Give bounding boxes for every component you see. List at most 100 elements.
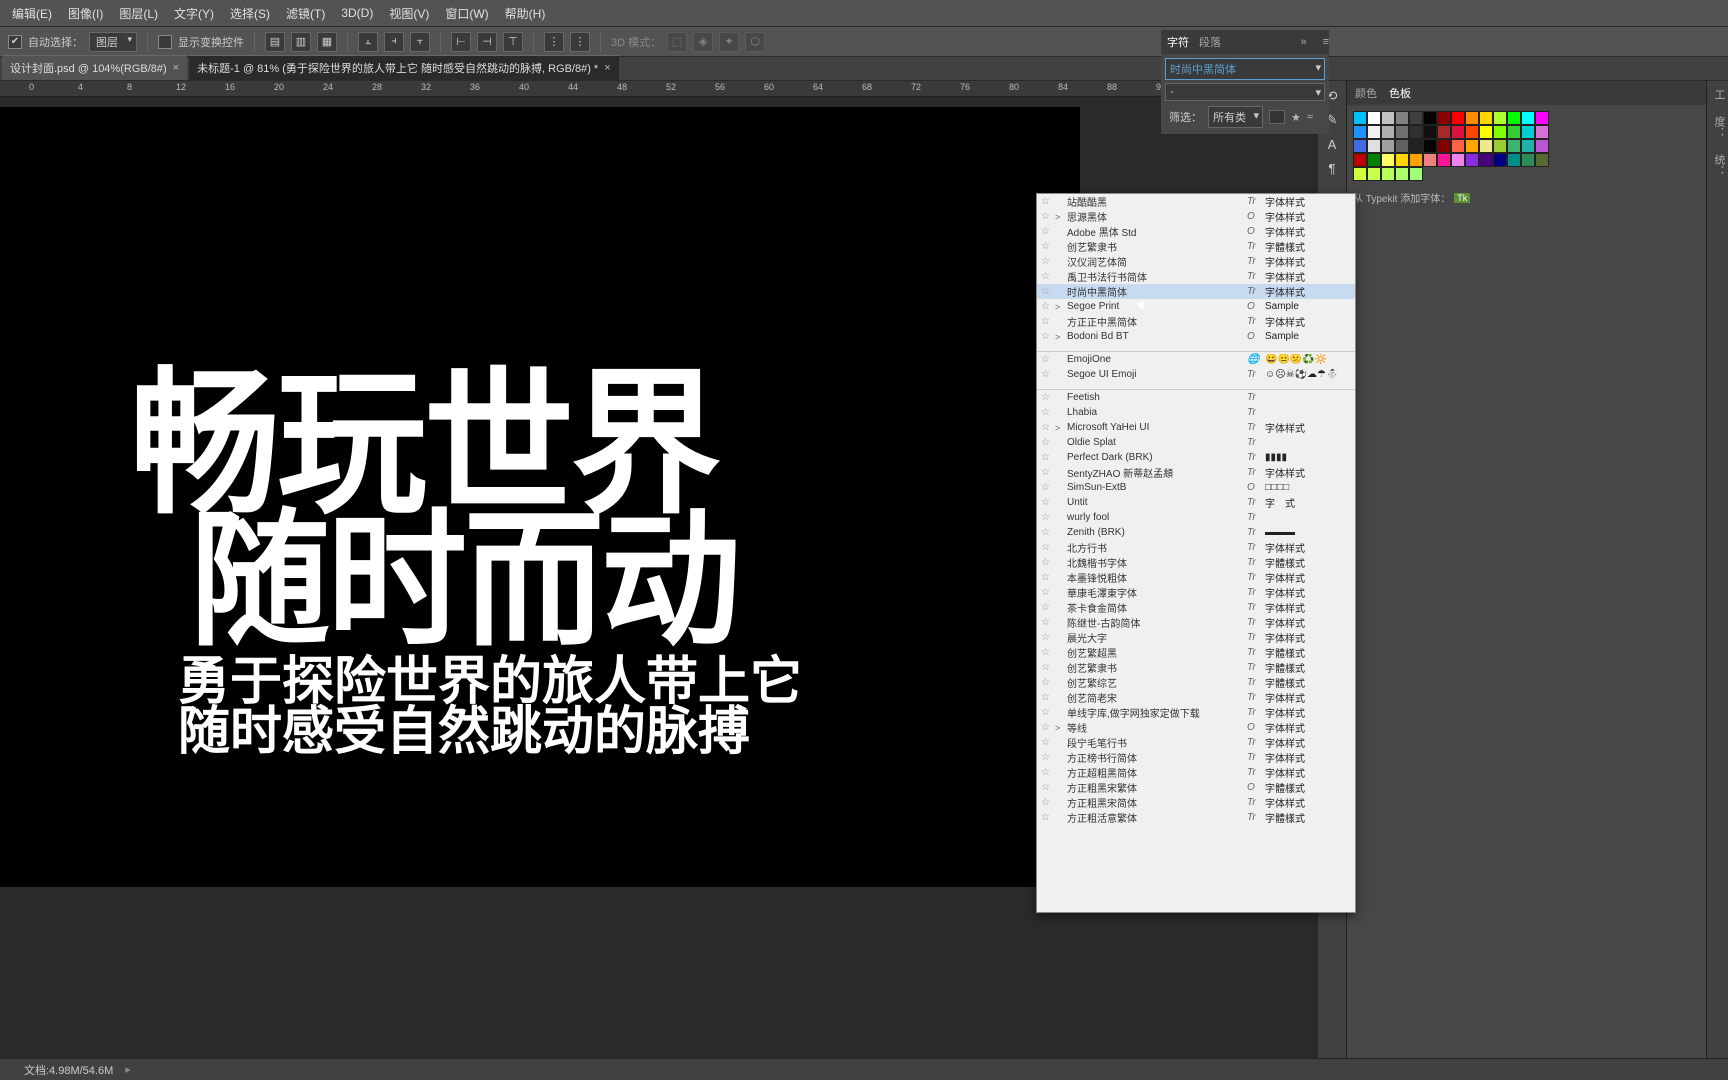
- swatch[interactable]: [1437, 111, 1451, 125]
- font-list-item[interactable]: ☆>Bodoni Bd BTOSample: [1037, 329, 1355, 344]
- font-list-item[interactable]: ☆方正榜书行简体Tr字体样式: [1037, 750, 1355, 765]
- favorite-star-icon[interactable]: ☆: [1041, 407, 1055, 418]
- swatch[interactable]: [1507, 111, 1521, 125]
- font-list-item[interactable]: ☆Segoe UI EmojiTr☺☹☠⚽☁☂⛄: [1037, 367, 1355, 382]
- font-list-item[interactable]: ☆方正超粗黑简体Tr字体样式: [1037, 765, 1355, 780]
- font-dropdown-list[interactable]: ☆站酷酷黑Tr字体样式☆>思源黑体O字体样式☆Adobe 黑体 StdO字体样式…: [1036, 193, 1356, 913]
- swatch[interactable]: [1479, 111, 1493, 125]
- favorite-star-icon[interactable]: ☆: [1041, 301, 1055, 312]
- swatch[interactable]: [1367, 111, 1381, 125]
- font-list-item[interactable]: ☆Zenith (BRK)Tr▬▬▬: [1037, 525, 1355, 540]
- favorite-star-icon[interactable]: ☆: [1041, 452, 1055, 463]
- favorite-star-icon[interactable]: ☆: [1041, 392, 1055, 403]
- close-icon[interactable]: ×: [173, 62, 179, 74]
- menu-view[interactable]: 视图(V): [381, 5, 437, 22]
- font-list-item[interactable]: ☆晨光大字Tr字体样式: [1037, 630, 1355, 645]
- font-list-item[interactable]: ☆陈继世-古韵简体Tr字体样式: [1037, 615, 1355, 630]
- swatch[interactable]: [1353, 111, 1367, 125]
- menu-select[interactable]: 选择(S): [222, 5, 278, 22]
- font-list-item[interactable]: ☆汉仪润艺体简Tr字体样式: [1037, 254, 1355, 269]
- close-icon[interactable]: ×: [604, 62, 610, 74]
- document-tab[interactable]: 未标题-1 @ 81% (勇于探险世界的旅人带上它 随时感受自然跳动的脉搏, R…: [189, 55, 619, 80]
- swatch[interactable]: [1381, 111, 1395, 125]
- swatch[interactable]: [1409, 111, 1423, 125]
- swatch[interactable]: [1493, 111, 1507, 125]
- swatch[interactable]: [1535, 111, 1549, 125]
- expand-icon[interactable]: >: [1055, 302, 1065, 312]
- favorite-star-icon[interactable]: ☆: [1041, 692, 1055, 703]
- favorite-star-icon[interactable]: ☆: [1041, 256, 1055, 267]
- favorite-star-icon[interactable]: ☆: [1041, 662, 1055, 673]
- collapsed-tab[interactable]: 工: [1707, 81, 1728, 108]
- font-family-dropdown[interactable]: 时尚中黑简体: [1165, 58, 1325, 80]
- swatch[interactable]: [1465, 111, 1479, 125]
- font-list-item[interactable]: ☆创艺繁隶书Tr字體樣式: [1037, 239, 1355, 254]
- font-list-item[interactable]: ☆華康毛澤東字体Tr字体样式: [1037, 585, 1355, 600]
- font-list-item[interactable]: ☆方正粗活意繁体Tr字體樣式: [1037, 810, 1355, 825]
- font-list-item[interactable]: ☆Adobe 黑体 StdO字体样式: [1037, 224, 1355, 239]
- favorite-star-icon[interactable]: ☆: [1041, 797, 1055, 808]
- menu-edit[interactable]: 编辑(E): [4, 5, 60, 22]
- favorite-star-icon[interactable]: ☆: [1041, 211, 1055, 222]
- status-menu-icon[interactable]: ▸: [125, 1063, 131, 1076]
- favorite-star-icon[interactable]: ☆: [1041, 437, 1055, 448]
- favorite-star-icon[interactable]: ☆: [1041, 482, 1055, 493]
- auto-select-checkbox[interactable]: ✔: [8, 35, 22, 49]
- align-bottom-icon[interactable]: ⫟: [410, 32, 430, 52]
- expand-icon[interactable]: >: [1055, 423, 1065, 433]
- favorite-star-icon[interactable]: ☆: [1041, 316, 1055, 327]
- align-icon[interactable]: ▤: [265, 32, 285, 52]
- font-list-item[interactable]: ☆方正粗黑宋繁体O字體樣式: [1037, 780, 1355, 795]
- menu-3d[interactable]: 3D(D): [333, 6, 381, 20]
- swatch[interactable]: [1521, 111, 1535, 125]
- headline-2[interactable]: 随时而动: [190, 514, 738, 649]
- favorite-star-icon[interactable]: ☆: [1041, 587, 1055, 598]
- paragraph-panel-icon[interactable]: ¶: [1321, 157, 1343, 179]
- font-list-item[interactable]: ☆SentyZHAO 新蒂赵孟頫Tr字体样式: [1037, 465, 1355, 480]
- font-list-item[interactable]: ☆Perfect Dark (BRK)Tr▮▮▮▮: [1037, 450, 1355, 465]
- favorite-star-icon[interactable]: ☆: [1041, 647, 1055, 658]
- font-list-item[interactable]: ☆wurly foolTr: [1037, 510, 1355, 525]
- font-list-item[interactable]: ☆>等线O字体样式: [1037, 720, 1355, 735]
- menu-type[interactable]: 文字(Y): [166, 5, 222, 22]
- font-list-item[interactable]: ☆方正正中黑简体Tr字体样式: [1037, 314, 1355, 329]
- favorite-star-icon[interactable]: ☆: [1041, 812, 1055, 823]
- collapsed-tab[interactable]: 统：: [1707, 146, 1728, 184]
- subline-2[interactable]: 随时感受自然跳动的脉搏: [178, 705, 750, 760]
- font-list-item[interactable]: ☆站酷酷黑Tr字体样式: [1037, 194, 1355, 209]
- document-tab[interactable]: 设计封面.psd @ 104%(RGB/8#) ×: [2, 55, 187, 80]
- similar-icon[interactable]: ≈: [1307, 111, 1313, 123]
- favorite-star-icon[interactable]: ☆: [1041, 422, 1055, 433]
- filter-dropdown[interactable]: 所有类: [1208, 106, 1263, 128]
- font-list-item[interactable]: ☆时尚中黑简体Tr字体样式: [1037, 284, 1355, 299]
- font-list-item[interactable]: ☆北方行书Tr字体样式: [1037, 540, 1355, 555]
- favorite-star-icon[interactable]: ☆: [1041, 752, 1055, 763]
- favorite-star-icon[interactable]: ☆: [1041, 722, 1055, 733]
- swatch[interactable]: [1423, 111, 1437, 125]
- favorite-star-icon[interactable]: ☆: [1041, 632, 1055, 643]
- font-list-item[interactable]: ☆禹卫书法行书简体Tr字体样式: [1037, 269, 1355, 284]
- font-list-item[interactable]: ☆北魏楷书字体Tr字體樣式: [1037, 555, 1355, 570]
- align-top-icon[interactable]: ⫠: [358, 32, 378, 52]
- font-list-item[interactable]: ☆LhabiaTr: [1037, 405, 1355, 420]
- expand-icon[interactable]: >: [1055, 723, 1065, 733]
- favorite-star-icon[interactable]: ☆: [1041, 782, 1055, 793]
- align-left-icon[interactable]: ⊢: [451, 32, 471, 52]
- favorite-star-icon[interactable]: ☆: [1041, 707, 1055, 718]
- font-list-item[interactable]: ☆茶卡食金简体Tr字体样式: [1037, 600, 1355, 615]
- font-list-item[interactable]: ☆段宁毛笔行书Tr字体样式: [1037, 735, 1355, 750]
- font-list-item[interactable]: ☆>Segoe PrintOSample: [1037, 299, 1355, 314]
- artboard[interactable]: 畅玩世界 随时而动 勇于探险世界的旅人带上它 随时感受自然跳动的脉搏: [0, 107, 1080, 887]
- font-list-item[interactable]: ☆EmojiOne🌐😀😐😕♻️🔆: [1037, 352, 1355, 367]
- menu-help[interactable]: 帮助(H): [497, 5, 554, 22]
- favorite-star-icon[interactable]: ☆: [1041, 572, 1055, 583]
- favorite-star-icon[interactable]: ☆: [1041, 557, 1055, 568]
- favorite-star-icon[interactable]: ☆: [1041, 354, 1055, 365]
- menu-window[interactable]: 窗口(W): [437, 5, 496, 22]
- favorite-star-icon[interactable]: ☆: [1041, 331, 1055, 342]
- font-list-item[interactable]: ☆创艺繁超黑Tr字體樣式: [1037, 645, 1355, 660]
- font-list-item[interactable]: ☆Oldie SplatTr: [1037, 435, 1355, 450]
- align-icon[interactable]: ▥: [291, 32, 311, 52]
- paragraph-tab[interactable]: 段落: [1199, 34, 1221, 50]
- headline-1[interactable]: 畅玩世界: [130, 372, 718, 517]
